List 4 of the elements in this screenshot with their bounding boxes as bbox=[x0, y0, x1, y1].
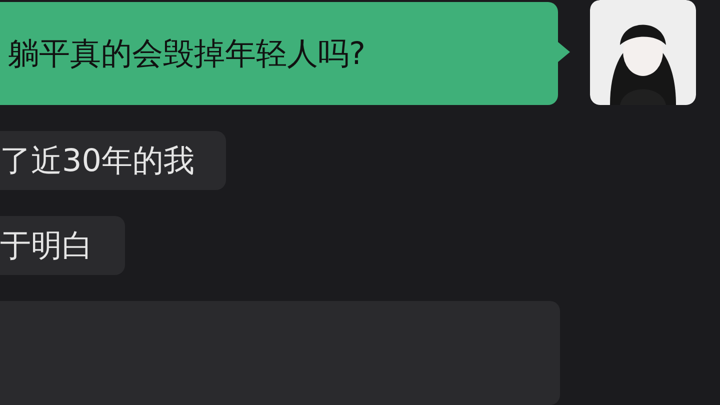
bubble-tail bbox=[558, 42, 570, 62]
message-bubble: 于明白 bbox=[0, 216, 125, 275]
message-bubble: 了近30年的我 bbox=[0, 131, 226, 190]
message-bubble: 躺平真的会毁掉年轻人吗? bbox=[0, 2, 558, 105]
